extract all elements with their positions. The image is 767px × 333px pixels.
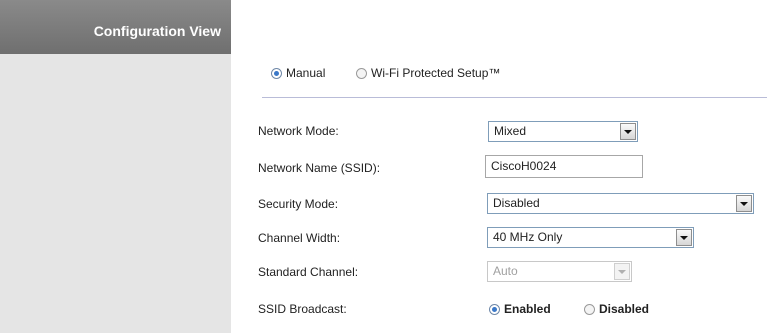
ssid-input[interactable]: CiscoH0024 xyxy=(485,155,643,178)
network-mode-select[interactable]: Mixed xyxy=(488,121,638,142)
security-mode-value: Disabled xyxy=(493,196,540,210)
manual-option[interactable]: Manual xyxy=(271,66,325,80)
disabled-label: Disabled xyxy=(599,302,650,316)
wireless-settings-page: Configuration View Manual Wi-Fi Protecte… xyxy=(0,0,767,333)
sidebar-title: Configuration View xyxy=(93,23,221,39)
radio-button-icon[interactable] xyxy=(584,303,595,315)
channel-width-value: 40 MHz Only xyxy=(493,230,563,244)
standard-channel-label: Standard Channel: xyxy=(258,265,359,279)
security-mode-label: Security Mode: xyxy=(258,197,339,211)
manual-label: Manual xyxy=(286,66,326,80)
standard-channel-select: Auto xyxy=(487,261,632,282)
radio-button-icon[interactable] xyxy=(356,67,367,79)
radio-button-icon[interactable] xyxy=(271,67,282,79)
ssid-broadcast-disabled-option[interactable]: Disabled xyxy=(584,302,649,316)
chevron-down-icon xyxy=(614,263,630,280)
chevron-down-icon[interactable] xyxy=(736,195,752,212)
sidebar: Configuration View xyxy=(0,0,231,333)
ssid-broadcast-enabled-option[interactable]: Enabled xyxy=(489,302,551,316)
chevron-down-icon[interactable] xyxy=(620,123,636,140)
wps-option[interactable]: Wi-Fi Protected Setup™ xyxy=(356,66,500,80)
sidebar-header: Configuration View xyxy=(0,0,231,54)
radio-button-icon[interactable] xyxy=(489,303,500,315)
channel-width-label: Channel Width: xyxy=(258,231,341,245)
network-mode-label: Network Mode: xyxy=(258,124,339,138)
chevron-down-icon[interactable] xyxy=(676,229,692,246)
channel-width-select[interactable]: 40 MHz Only xyxy=(487,227,694,248)
wps-label: Wi-Fi Protected Setup™ xyxy=(371,66,501,80)
ssid-value: CiscoH0024 xyxy=(491,159,557,173)
ssid-label: Network Name (SSID): xyxy=(258,161,381,175)
security-mode-select[interactable]: Disabled xyxy=(487,193,754,214)
ssid-broadcast-label: SSID Broadcast: xyxy=(258,302,347,316)
section-divider xyxy=(262,97,767,98)
network-mode-value: Mixed xyxy=(494,124,527,138)
standard-channel-value: Auto xyxy=(493,264,518,278)
enabled-label: Enabled xyxy=(504,302,551,316)
